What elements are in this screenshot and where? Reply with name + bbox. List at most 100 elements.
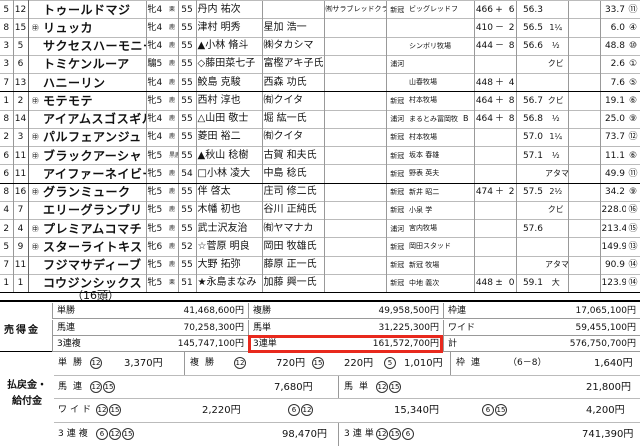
cell-sex: 牝5 [145, 91, 168, 110]
cell-mark: ㊥ [28, 145, 42, 165]
cell-time [515, 54, 544, 74]
cell-waku: 8 [0, 182, 14, 202]
cell-trainer: 中島 稔氏 [261, 164, 324, 184]
cell-region [385, 36, 408, 56]
cell-waku: 7 [0, 72, 14, 93]
cell-time: 56.8 [515, 109, 544, 129]
cell-odds: 33.7 [599, 0, 626, 19]
sales-key: 計 [448, 339, 458, 349]
trio-horse-3: 15 [122, 427, 134, 440]
wide-1-amount: 2,220円 [202, 405, 241, 416]
place-amount-2: 220円 [344, 358, 374, 369]
cell-weight: 55 [177, 91, 197, 110]
payouts-section: 払戻金・ 給付金 単勝 12 3,370円 複勝 12 720円 15 220円… [0, 352, 640, 446]
cell-jockey: 大野 拓弥 [196, 255, 262, 275]
cell-sex-sub: 鹿 [168, 218, 178, 238]
cell-margin: ½ [544, 36, 568, 56]
cell-mark: ㊥ [28, 182, 42, 202]
cell-bw: 448 [473, 273, 494, 294]
cell-region: 新冠 [385, 91, 408, 110]
payout-row-win: 単勝 12 3,370円 複勝 12 720円 15 220円 5 1,010円… [54, 352, 640, 376]
cell-umaban: 11 [13, 164, 29, 184]
cell-bk [458, 91, 474, 110]
place-amount-1: 720円 [276, 358, 306, 369]
wide-1-horse-2: 15 [109, 404, 121, 416]
cell-popw: ⑪ [626, 0, 640, 19]
cell-trainer: 古賀 和夫氏 [261, 145, 324, 165]
cell-weight: 55 [177, 145, 197, 165]
wide-2-horse-2: 12 [301, 404, 313, 416]
cell-farm: ビッグレッドファーム [408, 0, 458, 19]
cell-bw [473, 237, 494, 256]
cell-bw [473, 164, 494, 184]
cell-waku: 6 [0, 164, 14, 184]
cell-waku: 5 [0, 0, 14, 19]
cell-sign: ＋ [494, 91, 504, 110]
cell-sex-sub: 鹿 [168, 164, 178, 184]
cell-umaban: 7 [13, 200, 29, 220]
sales-value: 17,065,100円 [575, 306, 636, 316]
cell-bw [473, 200, 494, 220]
cell-time: 57.1 [515, 145, 544, 165]
cell-bw [473, 218, 494, 238]
cell-weight: 55 [177, 255, 197, 275]
sales-value: 576,750,700円 [569, 339, 636, 349]
cell-bk [458, 255, 474, 275]
cell-waku: 1 [0, 91, 14, 110]
cell-time [515, 237, 544, 256]
cell-name: ブラックアーシャ [42, 145, 146, 165]
cell-chg [504, 218, 516, 238]
cell-sex-sub: 鹿 [168, 109, 178, 129]
cell-waku: 8 [0, 18, 14, 37]
cell-trainer: 加藤 興一氏 [261, 273, 324, 294]
cell-bk [458, 145, 474, 165]
sales-label: 売得金 [4, 325, 40, 336]
cell-time: 59.1 [515, 273, 544, 294]
wide-2-horse-1: 6 [288, 404, 300, 416]
cell-bw: 444 [473, 36, 494, 56]
cell-bk [458, 273, 474, 294]
cell-umaban: 14 [13, 109, 29, 129]
cell-bk [458, 237, 474, 256]
cell-mark: ㊥ [28, 18, 42, 37]
cell-jockey: △山田 敬士 [196, 109, 262, 129]
cell-pop [588, 237, 600, 256]
cell-pop [588, 54, 600, 74]
cell-popw: ⑯ [626, 200, 640, 220]
cell-owner [323, 91, 386, 110]
trio-amount: 98,470円 [282, 428, 327, 440]
cell-sex-sub: 黒鹿 [168, 145, 178, 165]
cell-sign: + [494, 0, 504, 19]
sales-value: 70,258,300円 [183, 322, 244, 333]
exacta-key: 馬単 [344, 381, 375, 392]
cell-time: 56.5 [515, 18, 544, 37]
cell-weight: 55 [177, 54, 197, 74]
cell-name: ハニーリン [42, 72, 146, 93]
cell-umaban: 5 [13, 36, 29, 56]
cell-bk [458, 54, 474, 74]
cell-sex-sub: 鹿 [168, 182, 178, 202]
cell-pop [588, 218, 600, 238]
cell-margin: クビ [544, 200, 568, 220]
cell-popw: ⑩ [626, 36, 640, 56]
cell-mark [28, 273, 42, 294]
cell-note [567, 127, 588, 147]
cell-name: パルフェアンジュ [42, 127, 146, 147]
cell-trainer: 堀 紘一氏 [261, 109, 324, 129]
cell-trainer: ㈲クイタ [261, 91, 324, 110]
bracket-combo: （6－8） [508, 358, 547, 368]
race-result-table: 512トゥールドマジ牝4栗55丹内 祐次㈲サラブレッドクラブ・ライフアン新冠ビッ… [0, 0, 640, 294]
cell-weight: 55 [177, 36, 197, 56]
cell-sign: － [494, 36, 504, 56]
cell-margin [544, 0, 568, 19]
cell-mark [28, 200, 42, 220]
cell-chg: 0 [504, 273, 516, 294]
cell-margin: 1¼ [544, 18, 568, 37]
cell-region: 新冠 [385, 164, 408, 184]
cell-note [567, 255, 588, 275]
cell-sex: 牝4 [145, 72, 168, 93]
cell-pop [588, 109, 600, 129]
table-row: 4 7 エリーグランプリ 牝5 鹿 55 木幡 初也 谷川 正純氏 新冠 小泉 学 クビ 228.0 ⑯ [0, 200, 640, 220]
cell-weight: 55 [177, 182, 197, 202]
cell-margin: アタマ [544, 255, 568, 275]
